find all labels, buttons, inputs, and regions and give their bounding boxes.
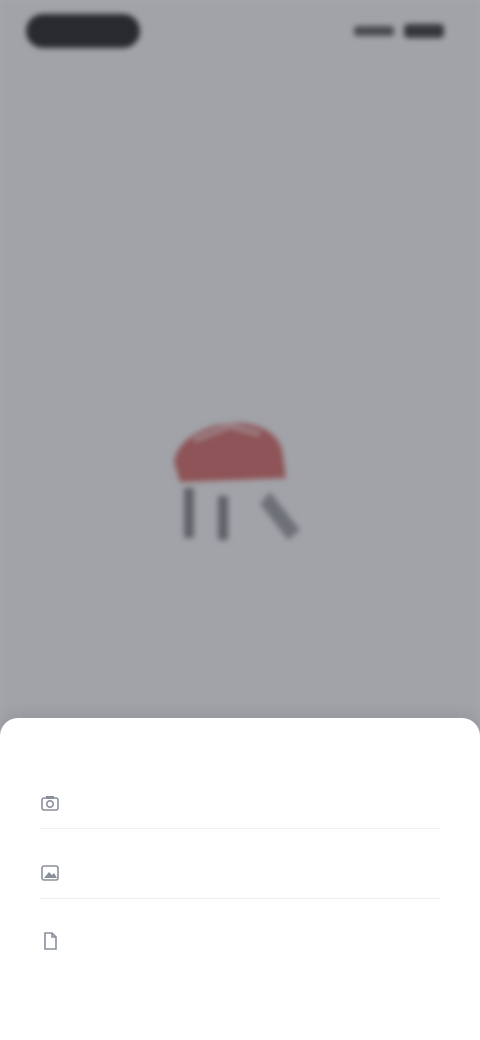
file-icon bbox=[40, 931, 60, 951]
sheet-option-take-photo[interactable] bbox=[40, 778, 440, 829]
bottom-sheet bbox=[0, 718, 480, 1040]
sheet-option-choose-album[interactable] bbox=[40, 848, 440, 899]
image-icon bbox=[40, 863, 60, 883]
app-root bbox=[0, 0, 480, 1040]
sheet-option-choose-file[interactable] bbox=[40, 916, 440, 966]
camera-icon bbox=[40, 793, 60, 813]
